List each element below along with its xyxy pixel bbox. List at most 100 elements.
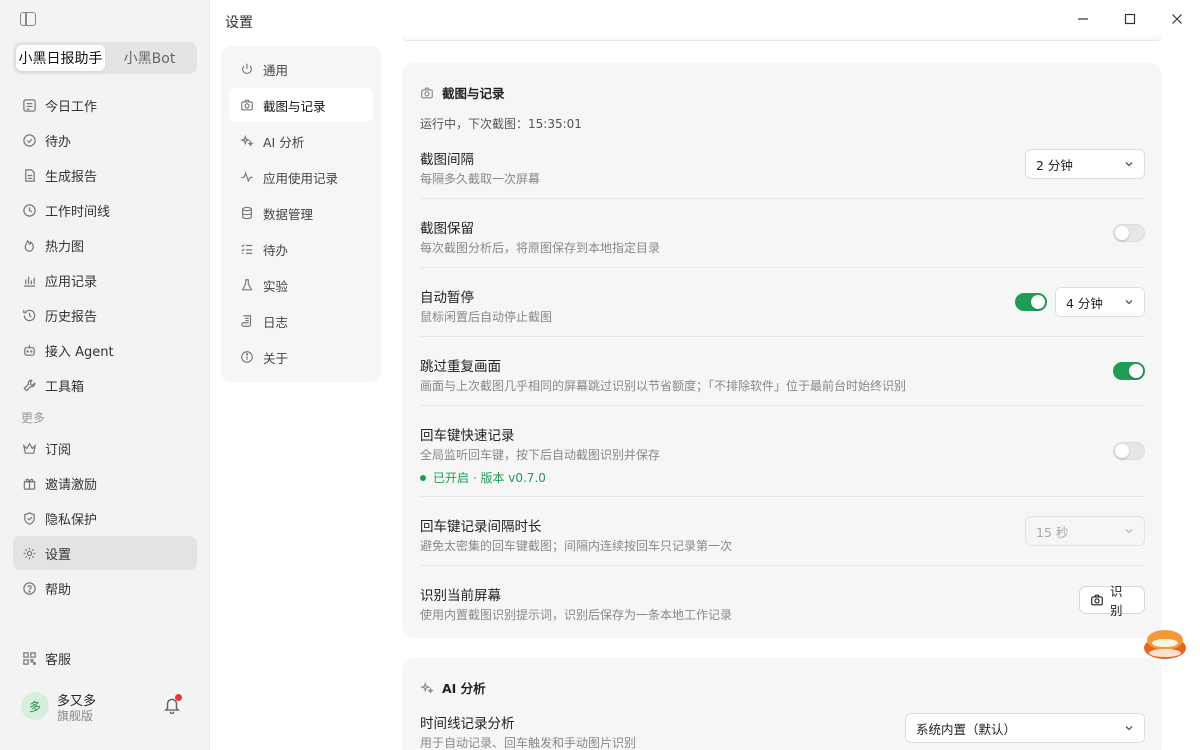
- settings-tab-label: 应用使用记录: [263, 170, 339, 186]
- timeline-model-select[interactable]: 系统内置（默认）: [905, 713, 1145, 743]
- card-title-text: 截图与记录: [442, 86, 505, 101]
- divider: [420, 565, 1144, 566]
- sidebar-item-subscription[interactable]: 订阅: [13, 431, 197, 465]
- shield-icon: [21, 510, 37, 526]
- settings-tab-app-usage[interactable]: 应用使用记录: [229, 160, 373, 194]
- flame-icon: [21, 237, 37, 253]
- sidebar-toggle-icon[interactable]: [20, 12, 36, 26]
- assistant-float-icon[interactable]: [1143, 626, 1187, 660]
- settings-tab-ai[interactable]: AI 分析: [229, 124, 373, 158]
- setting-desc: 每次截图分析后，将原图保存到本地指定目录: [420, 241, 661, 255]
- previous-card-edge: [402, 36, 1162, 41]
- sidebar-item-settings[interactable]: 设置: [13, 536, 197, 570]
- close-icon[interactable]: [1168, 10, 1186, 28]
- sidebar-item-label: 生成报告: [45, 169, 98, 185]
- mode-bot[interactable]: 小黑Bot: [105, 45, 194, 71]
- settings-tab-label: 日志: [263, 314, 289, 330]
- settings-tab-label: 关于: [263, 350, 289, 366]
- robot-icon: [21, 342, 37, 358]
- setting-row-enter-record: 回车键快速记录 全局监听回车键，按下后自动截图识别并保存 已开启 · 版本 v0…: [420, 424, 1144, 486]
- recognize-button-label: 识别: [1110, 584, 1123, 618]
- sidebar-nav: 今日工作 待办 生成报告 工作时间线 热力图 应用记录 历史报告 接入 Agen…: [13, 88, 197, 606]
- sidebar-item-label: 工具箱: [45, 379, 85, 395]
- bell-icon[interactable]: [163, 694, 182, 715]
- setting-row-keep: 截图保留 每次截图分析后，将原图保存到本地指定目录: [420, 217, 1144, 256]
- status-text: 已开启 · 版本 v0.7.0: [433, 471, 546, 485]
- camera-icon: [239, 97, 255, 113]
- sidebar-item-timeline[interactable]: 工作时间线: [13, 193, 197, 227]
- flask-icon: [239, 277, 255, 293]
- capture-settings-card: 截图与记录 运行中，下次截图：15:35:01 截图间隔 每隔多久截取一次屏幕 …: [402, 63, 1162, 638]
- sidebar-item-help[interactable]: 帮助: [13, 571, 197, 605]
- sidebar-item-today[interactable]: 今日工作: [13, 88, 197, 122]
- sidebar-item-privacy[interactable]: 隐私保护: [13, 501, 197, 535]
- keep-toggle[interactable]: [1113, 224, 1145, 242]
- avatar: 多: [21, 692, 49, 720]
- sidebar-item-label: 热力图: [45, 239, 85, 255]
- settings-tab-label: 通用: [263, 62, 289, 78]
- document-icon: [21, 167, 37, 183]
- sidebar-item-todo[interactable]: 待办: [13, 123, 197, 157]
- settings-tab-capture[interactable]: 截图与记录: [229, 88, 373, 122]
- sidebar-item-app-records[interactable]: 应用记录: [13, 263, 197, 297]
- setting-title: 截图保留: [420, 221, 474, 237]
- divider: [420, 198, 1144, 199]
- briefcase-icon: [21, 97, 37, 113]
- sidebar-item-label: 隐私保护: [45, 512, 98, 528]
- settings-tab-label: 截图与记录: [263, 98, 326, 114]
- auto-pause-select[interactable]: 4 分钟: [1055, 287, 1145, 317]
- mode-daily-assistant[interactable]: 小黑日报助手: [16, 45, 105, 71]
- divider: [420, 405, 1144, 406]
- auto-pause-toggle[interactable]: [1015, 293, 1047, 311]
- chevron-down-icon: [1125, 300, 1133, 305]
- card-title: AI 分析: [420, 678, 486, 697]
- skip-duplicate-toggle[interactable]: [1113, 362, 1145, 380]
- divider: [420, 336, 1144, 337]
- enter-record-toggle[interactable]: [1113, 442, 1145, 460]
- select-value: 15 秒: [1036, 524, 1069, 540]
- divider: [420, 496, 1144, 497]
- sidebar-item-label: 邀请激励: [45, 477, 98, 493]
- sidebar: 小黑日报助手 小黑Bot 今日工作 待办 生成报告 工作时间线 热力图 应用记录: [0, 0, 210, 750]
- gear-icon: [21, 545, 37, 561]
- setting-title: 跳过重复画面: [420, 359, 501, 375]
- settings-tab-todo[interactable]: 待办: [229, 232, 373, 266]
- camera-icon: [420, 86, 434, 100]
- settings-tab-about[interactable]: 关于: [229, 340, 373, 374]
- sidebar-item-label: 应用记录: [45, 274, 98, 290]
- qr-icon: [21, 650, 37, 666]
- window-title: 设置: [225, 15, 253, 31]
- sidebar-item-generate-report[interactable]: 生成报告: [13, 158, 197, 192]
- settings-tab-general[interactable]: 通用: [229, 52, 373, 86]
- settings-tab-label: 实验: [263, 278, 289, 294]
- sidebar-item-heatmap[interactable]: 热力图: [13, 228, 197, 262]
- recognize-button[interactable]: 识别: [1079, 584, 1145, 618]
- sidebar-section-more: 更多: [21, 410, 46, 425]
- card-title: 截图与记录: [420, 83, 505, 102]
- enter-record-status: 已开启 · 版本 v0.7.0: [420, 469, 1144, 486]
- ai-settings-card: AI 分析 时间线记录分析 用于自动记录、回车触发和手动图片识别 系统内置（默认…: [402, 658, 1162, 750]
- settings-tab-experiment[interactable]: 实验: [229, 268, 373, 302]
- settings-tab-logs[interactable]: 日志: [229, 304, 373, 338]
- clock-icon: [21, 202, 37, 218]
- sidebar-item-agent[interactable]: 接入 Agent: [13, 333, 197, 367]
- sidebar-item-invite[interactable]: 邀请激励: [13, 466, 197, 500]
- sidebar-footer-nav: 客服: [13, 641, 197, 676]
- settings-tab-data[interactable]: 数据管理: [229, 196, 373, 230]
- divider: [420, 267, 1144, 268]
- check-circle-icon: [21, 132, 37, 148]
- maximize-icon[interactable]: [1121, 10, 1139, 28]
- select-value: 系统内置（默认）: [916, 721, 1017, 737]
- sidebar-item-history-reports[interactable]: 历史报告: [13, 298, 197, 332]
- status-dot: [420, 474, 426, 481]
- minimize-icon[interactable]: [1074, 10, 1092, 28]
- user-profile[interactable]: 多 多又多 旗舰版: [21, 690, 191, 724]
- sidebar-item-toolbox[interactable]: 工具箱: [13, 368, 197, 402]
- help-icon: [21, 580, 37, 596]
- sidebar-item-customer-service[interactable]: 客服: [13, 641, 197, 675]
- setting-desc: 使用内置截图识别提示词，识别后保存为一条本地工作记录: [420, 608, 733, 622]
- select-value: 4 分钟: [1066, 295, 1103, 311]
- enter-interval-select[interactable]: 15 秒: [1025, 516, 1145, 546]
- interval-select[interactable]: 2 分钟: [1025, 149, 1145, 179]
- chevron-down-icon: [1125, 529, 1133, 534]
